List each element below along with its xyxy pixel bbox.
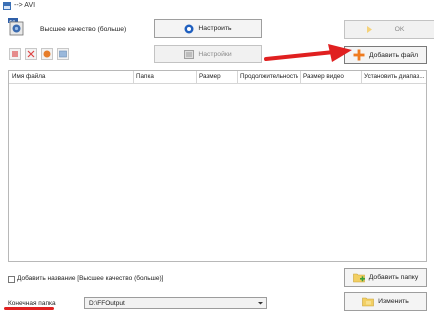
ok-button[interactable]: OK xyxy=(344,20,434,39)
configure-button[interactable]: Настроить xyxy=(154,19,262,38)
add-folder-icon xyxy=(352,273,365,283)
clear-list-button[interactable] xyxy=(25,48,37,60)
file-list-header: Имя файла Папка Размер Продолжительность… xyxy=(9,71,426,84)
settings-label: Настройки xyxy=(198,50,232,58)
column-header[interactable]: Размер видео xyxy=(303,73,359,80)
quality-label: Высшее качество (больше) xyxy=(40,26,127,33)
play-button[interactable] xyxy=(41,48,53,60)
column-header[interactable]: Папка xyxy=(136,73,194,80)
output-folder-label: Конечная папка xyxy=(8,300,56,307)
file-list[interactable]: Имя файла Папка Размер Продолжительность… xyxy=(8,70,427,262)
add-name-label: Добавить название [Высшее качество (боль… xyxy=(17,275,164,282)
remove-icon xyxy=(12,51,18,57)
media-info-button[interactable] xyxy=(57,48,69,60)
output-folder-select[interactable]: D:\FFOutput xyxy=(84,297,267,309)
ok-label: OK xyxy=(394,26,405,33)
remove-item-button[interactable] xyxy=(9,48,21,60)
configure-label: Настроить xyxy=(198,25,232,32)
add-folder-button[interactable]: Добавить папку xyxy=(344,268,427,287)
clear-icon xyxy=(27,50,35,58)
add-file-label: Добавить файл xyxy=(368,51,419,59)
red-annotation-arrow xyxy=(264,44,352,62)
title-bar: --> AVI xyxy=(0,0,434,13)
ok-arrow-icon xyxy=(366,26,372,33)
column-header[interactable]: Продолжительность xyxy=(240,73,298,80)
column-header[interactable]: Имя файла xyxy=(12,73,132,80)
play-icon xyxy=(43,50,51,58)
info-icon xyxy=(59,50,67,58)
add-file-button[interactable]: Добавить файл xyxy=(344,46,427,64)
change-folder-button[interactable]: Изменить xyxy=(344,292,427,311)
chevron-down-icon xyxy=(258,302,263,305)
column-header[interactable]: Установить диапаз... xyxy=(364,73,426,80)
settings-button[interactable]: Настройки xyxy=(154,45,262,63)
window-title: --> AVI xyxy=(14,2,36,9)
folder-icon xyxy=(362,297,374,307)
avi-format-icon: AVI xyxy=(8,18,24,36)
configure-icon xyxy=(184,24,194,33)
add-folder-label: Добавить папку xyxy=(368,274,419,281)
output-folder-value: D:\FFOutput xyxy=(89,300,125,307)
change-label: Изменить xyxy=(378,298,409,305)
film-settings-icon xyxy=(184,49,195,59)
red-underline-annotation xyxy=(4,307,54,310)
column-header[interactable]: Размер xyxy=(199,73,237,80)
app-icon xyxy=(3,2,11,10)
add-name-checkbox[interactable] xyxy=(8,276,15,283)
